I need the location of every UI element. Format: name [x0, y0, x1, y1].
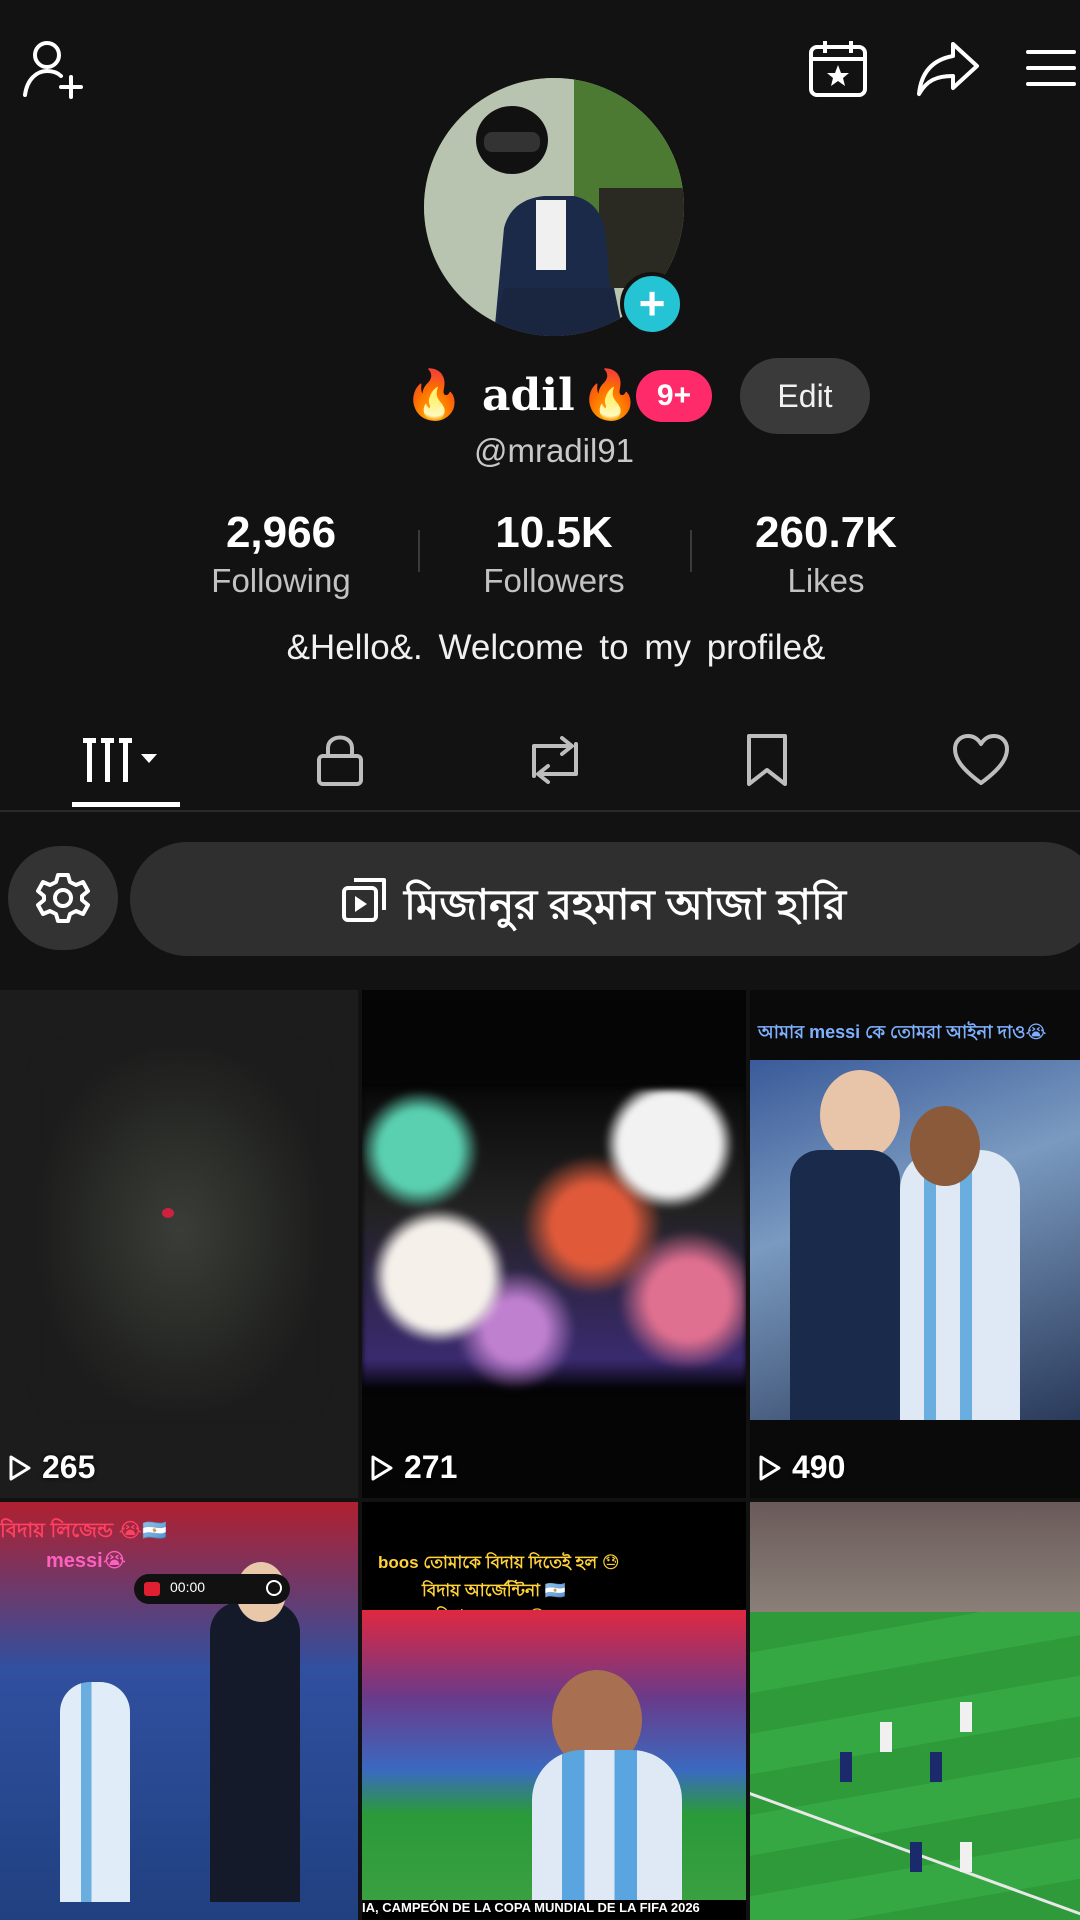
- tab-private[interactable]: [285, 720, 395, 800]
- following-label: Following: [211, 562, 351, 599]
- player-dot: [960, 1702, 972, 1732]
- photo-scene: [750, 1060, 1080, 1420]
- calendar-star-button[interactable]: [800, 30, 876, 106]
- bokeh-thumbnail: [362, 1090, 746, 1390]
- notification-badge[interactable]: 9+: [636, 370, 712, 422]
- fire-emoji-right: 🔥: [580, 369, 640, 422]
- tab-divider: [0, 810, 1080, 812]
- video-caption: বিদায় লিজেন্ড 😭🇦🇷: [0, 1520, 167, 1542]
- video-thumbnail[interactable]: boos তোমাকে বিদায় দিতেই হল 😓 বিদায় আর্…: [362, 1502, 746, 1920]
- crowd-stands: [750, 1502, 1080, 1612]
- edit-profile-button[interactable]: Edit: [740, 358, 870, 434]
- player-jersey: [532, 1750, 682, 1910]
- add-story-button[interactable]: +: [620, 272, 684, 336]
- calendar-star-icon: [809, 41, 867, 97]
- video-thumbnail[interactable]: আমার messi কে তোমরা আইনা দাও😭 490: [750, 990, 1080, 1498]
- view-count-value: 271: [404, 1449, 458, 1485]
- player-dot: [910, 1842, 922, 1872]
- video-thumbnail[interactable]: 265: [0, 990, 358, 1498]
- tab-saved[interactable]: [712, 720, 822, 800]
- player-jersey: [900, 1150, 1020, 1420]
- stop-icon: [266, 1580, 282, 1596]
- followers-label: Followers: [483, 562, 625, 599]
- lock-icon: [317, 735, 363, 786]
- official-suit: [790, 1150, 900, 1420]
- video-thumbnail[interactable]: [750, 1502, 1080, 1920]
- followers-count: 10.5K: [495, 508, 613, 557]
- video-caption: boos তোমাকে বিদায় দিতেই হল 😓: [378, 1553, 620, 1572]
- add-friend-icon: [23, 41, 83, 99]
- tab-videos[interactable]: [70, 720, 180, 800]
- stat-separator: [690, 530, 692, 572]
- stat-followers[interactable]: 10.5K Followers: [434, 508, 674, 600]
- tab-liked[interactable]: [926, 720, 1036, 800]
- view-count-value: 265: [42, 1449, 96, 1485]
- share-button[interactable]: [908, 30, 988, 106]
- tab-reposts[interactable]: [500, 720, 610, 800]
- video-thumbnail[interactable]: 271: [362, 990, 746, 1498]
- player-dot: [840, 1752, 852, 1782]
- username: @mradil91: [473, 432, 635, 469]
- bookmark-icon: [747, 734, 787, 786]
- view-count: 490: [758, 1449, 845, 1486]
- play-icon: [759, 1455, 781, 1480]
- likes-count: 260.7K: [755, 508, 897, 557]
- repost-icon: [532, 736, 578, 784]
- play-icon: [9, 1455, 31, 1480]
- stat-following[interactable]: 2,966 Following: [161, 508, 401, 600]
- player-figure: [60, 1682, 130, 1902]
- recording-timer: 00:00: [170, 1579, 206, 1595]
- video-caption: আমার messi কে তোমরা আইনা দাও😭: [758, 1022, 1047, 1042]
- stat-separator: [418, 530, 420, 572]
- blurred-thumbnail: [40, 1050, 320, 1410]
- fire-emoji-left: 🔥: [404, 369, 464, 422]
- heart-icon: [953, 734, 1009, 785]
- video-footer-caption: IA, CAMPEÓN DE LA COPA MUNDIAL DE LA FIF…: [362, 1900, 746, 1915]
- menu-icon: [1026, 50, 1076, 86]
- video-caption-2: বিদায় আর্জেন্টিনা 🇦🇷: [422, 1581, 566, 1600]
- recording-pill: 00:00: [134, 1574, 290, 1604]
- gear-icon: [36, 873, 90, 923]
- view-count: 265: [8, 1449, 95, 1486]
- following-count: 2,966: [225, 508, 337, 557]
- suited-figure: [210, 1602, 300, 1902]
- player-head: [910, 1106, 980, 1186]
- record-icon: [144, 1582, 160, 1596]
- bio: &Hello&. Welcome to my profile&: [286, 628, 826, 667]
- menu-button[interactable]: [1020, 30, 1080, 106]
- player-dot: [930, 1752, 942, 1782]
- player-dot: [880, 1722, 892, 1752]
- official-head: [820, 1070, 900, 1160]
- playlist-label: মিজানুর রহমান আজা হারি: [404, 881, 847, 928]
- video-settings-button[interactable]: [8, 846, 118, 950]
- view-count-value: 490: [792, 1449, 846, 1485]
- play-icon: [371, 1455, 393, 1480]
- tab-active-indicator: [72, 802, 180, 807]
- video-thumbnail[interactable]: বিদায় লিজেন্ড 😭🇦🇷 messi😭 00:00: [0, 1502, 358, 1920]
- videos-grid-icon: [83, 738, 157, 782]
- add-friend-button[interactable]: [14, 30, 94, 106]
- heart-dot: [162, 1208, 174, 1218]
- playlist-icon: [340, 874, 390, 924]
- view-count: 271: [370, 1449, 457, 1486]
- display-name: adil: [482, 370, 575, 421]
- stadium-scene: [362, 1610, 746, 1910]
- player-dot: [960, 1842, 972, 1872]
- football-pitch: [750, 1612, 1080, 1920]
- share-icon: [917, 42, 979, 96]
- stat-likes[interactable]: 260.7K Likes: [706, 508, 946, 600]
- video-caption-2: messi😭: [46, 1550, 127, 1572]
- likes-label: Likes: [787, 562, 865, 599]
